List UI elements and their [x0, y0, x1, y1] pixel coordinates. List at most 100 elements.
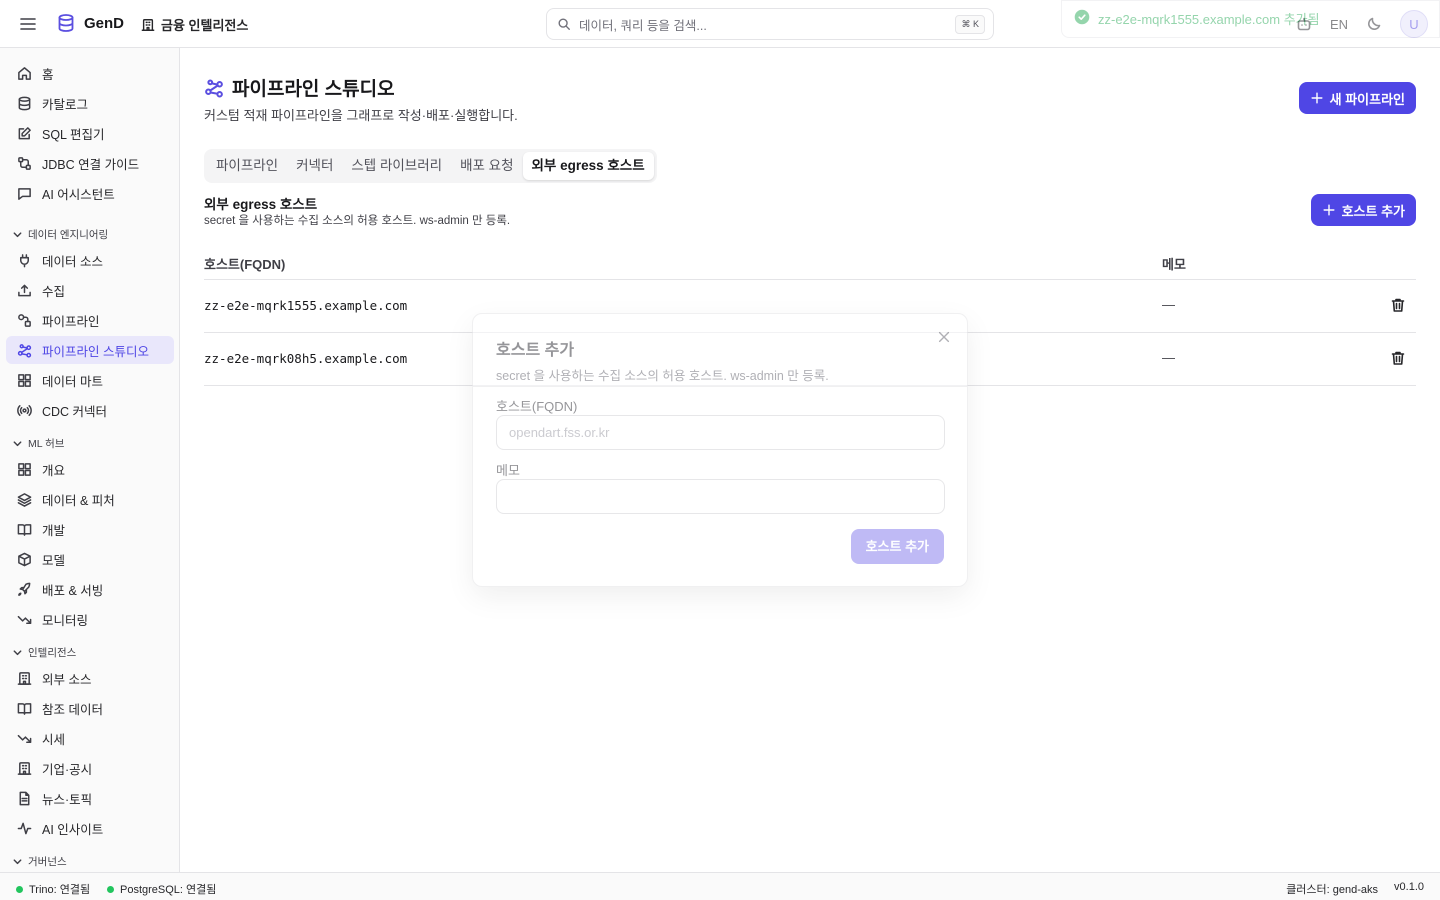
- chevron-down-icon: [12, 647, 23, 658]
- sidebar-item-label: 개발: [42, 523, 66, 538]
- sidebar: 홈 카탈로그 SQL 편집기 JDBC 연결 가이드 AI 어시스턴트 데이터 …: [0, 48, 180, 872]
- trash-icon[interactable]: [1390, 350, 1406, 366]
- sidebar-group-intelligence[interactable]: 인텔리전스: [12, 645, 76, 660]
- sidebar-item-overview[interactable]: 개요: [6, 455, 174, 483]
- sidebar-item-development[interactable]: 개발: [6, 515, 174, 543]
- sidebar-item-cdc-connector[interactable]: CDC 커넥터: [6, 396, 174, 424]
- sidebar-item-corporate-disclosure[interactable]: 기업·공시: [6, 754, 174, 782]
- sidebar-item-external-source[interactable]: 외부 소스: [6, 664, 174, 692]
- toast-message: zz-e2e-mqrk1555.example.com 추가됨: [1098, 12, 1320, 27]
- sidebar-item-pipeline[interactable]: 파이프라인: [6, 306, 174, 334]
- sidebar-group-label: 인텔리전스: [28, 647, 77, 659]
- sidebar-item-jdbc-guide[interactable]: JDBC 연결 가이드: [6, 149, 174, 177]
- add-host-dialog: 호스트 추가 secret 을 사용하는 수집 소스의 허용 호스트. ws-a…: [472, 313, 968, 587]
- search-placeholder: 데이터, 쿼리 등을 검색...: [579, 18, 707, 33]
- close-icon[interactable]: [937, 330, 951, 344]
- sidebar-item-monitoring[interactable]: 모니터링: [6, 605, 174, 633]
- sidebar-item-label: 참조 데이터: [42, 702, 103, 717]
- sidebar-group-label: 데이터 엔지니어링: [28, 229, 109, 241]
- sidebar-item-sql-editor[interactable]: SQL 편집기: [6, 119, 174, 147]
- sidebar-item-market-price[interactable]: 시세: [6, 724, 174, 752]
- trash-icon[interactable]: [1390, 297, 1406, 313]
- dialog-submit-button[interactable]: 호스트 추가: [850, 529, 944, 564]
- sidebar-item-label: 기업·공시: [42, 762, 93, 777]
- sidebar-item-label: 데이터 마트: [42, 374, 103, 389]
- memo-input[interactable]: [496, 479, 945, 514]
- sidebar-group-data-engineering[interactable]: 데이터 엔지니어링: [12, 227, 108, 242]
- dialog-divider: [473, 386, 967, 387]
- memo-cell: —: [1162, 297, 1175, 312]
- plus-icon: [1322, 203, 1336, 217]
- sidebar-item-ingest[interactable]: 수집: [6, 276, 174, 304]
- sidebar-group-label: 거버넌스: [28, 856, 67, 868]
- status-dot: [107, 885, 114, 893]
- tab-step-library[interactable]: 스텝 라이브러리: [342, 152, 451, 180]
- broadcast-icon: [17, 403, 32, 418]
- search-shortcut: ⌘ K: [955, 15, 985, 34]
- page-title: 파이프라인 스튜디오: [204, 74, 395, 101]
- sidebar-item-label: 배포 & 서빙: [42, 583, 104, 598]
- status-bar: Trino: 연결됨 PostgreSQL: 연결됨 클러스터: gend-ak…: [0, 872, 1440, 900]
- sidebar-item-label: 개요: [42, 463, 66, 478]
- column-header-memo: 메모: [1162, 257, 1186, 272]
- section-subtitle: secret 을 사용하는 수집 소스의 허용 호스트. ws-admin 만 …: [204, 215, 511, 227]
- sidebar-group-ml-hub[interactable]: ML 허브: [12, 436, 64, 451]
- grid-icon: [17, 462, 32, 477]
- app-logo[interactable]: GenD: [56, 13, 124, 33]
- add-host-button[interactable]: 호스트 추가: [1310, 194, 1416, 226]
- document-icon: [17, 791, 32, 806]
- rocket-icon: [17, 582, 32, 597]
- postgres-status-text: PostgreSQL: 연결됨: [120, 884, 217, 896]
- app-version: v0.1.0: [1394, 881, 1424, 893]
- sidebar-item-label: AI 인사이트: [42, 822, 104, 837]
- sidebar-item-data-mart[interactable]: 데이터 마트: [6, 366, 174, 394]
- sidebar-item-catalog[interactable]: 카탈로그: [6, 89, 174, 117]
- tab-deploy-request[interactable]: 배포 요청: [451, 152, 522, 180]
- sidebar-item-label: 홈: [42, 67, 54, 82]
- database-icon: [56, 13, 76, 33]
- tab-pipeline[interactable]: 파이프라인: [207, 152, 287, 180]
- page-title-text: 파이프라인 스튜디오: [232, 79, 395, 100]
- sidebar-item-label: 시세: [42, 732, 66, 747]
- memo-field-label: 메모: [496, 463, 520, 478]
- new-pipeline-button[interactable]: 새 파이프라인: [1298, 82, 1416, 114]
- toast-notification: zz-e2e-mqrk1555.example.com 추가됨: [1061, 0, 1440, 38]
- home-icon: [17, 66, 32, 81]
- sidebar-item-deploy-serving[interactable]: 배포 & 서빙: [6, 575, 174, 603]
- plus-icon: [1310, 91, 1324, 105]
- tab-connector[interactable]: 커넥터: [287, 152, 342, 180]
- app-name: GenD: [84, 14, 125, 32]
- chevron-down-icon: [12, 229, 23, 240]
- sidebar-item-reference-data[interactable]: 참조 데이터: [6, 694, 174, 722]
- sidebar-item-label: 파이프라인: [42, 314, 100, 329]
- menu-icon[interactable]: [18, 14, 38, 34]
- sidebar-group-label: ML 허브: [28, 438, 65, 450]
- sidebar-item-pipeline-studio[interactable]: 파이프라인 스튜디오: [6, 336, 174, 364]
- upload-icon: [17, 283, 32, 298]
- sidebar-item-home[interactable]: 홈: [6, 59, 174, 87]
- tab-egress-hosts[interactable]: 외부 egress 호스트: [522, 152, 654, 180]
- workspace-name: 금융 인텔리전스: [161, 18, 249, 33]
- table-header: 호스트(FQDN) 메모: [204, 244, 1416, 280]
- host-field-label: 호스트(FQDN): [496, 399, 578, 414]
- sidebar-item-news-topic[interactable]: 뉴스·토픽: [6, 784, 174, 812]
- sidebar-item-ai-assistant[interactable]: AI 어시스턴트: [6, 179, 174, 207]
- search-input[interactable]: 데이터, 쿼리 등을 검색... ⌘ K: [546, 8, 994, 40]
- host-input[interactable]: [496, 415, 945, 450]
- sidebar-item-ai-insight[interactable]: AI 인사이트: [6, 814, 174, 842]
- grid-icon: [17, 373, 32, 388]
- layers-icon: [17, 492, 32, 507]
- box-icon: [17, 552, 32, 567]
- sidebar-item-label: 모델: [42, 553, 66, 568]
- sidebar-group-governance[interactable]: 거버넌스: [12, 854, 67, 869]
- sidebar-item-model[interactable]: 모델: [6, 545, 174, 573]
- sidebar-item-data-feature[interactable]: 데이터 & 피처: [6, 485, 174, 513]
- column-header-host: 호스트(FQDN): [204, 257, 286, 272]
- sidebar-item-label: 외부 소스: [42, 672, 92, 687]
- pipeline-icon: [17, 313, 32, 328]
- sidebar-item-data-source[interactable]: 데이터 소스: [6, 246, 174, 274]
- host-cell: zz-e2e-mqrk08h5.example.com: [204, 351, 408, 366]
- new-pipeline-label: 새 파이프라인: [1329, 91, 1405, 107]
- connection-icon: [17, 156, 32, 171]
- workspace-selector[interactable]: 금융 인텔리전스: [141, 15, 248, 34]
